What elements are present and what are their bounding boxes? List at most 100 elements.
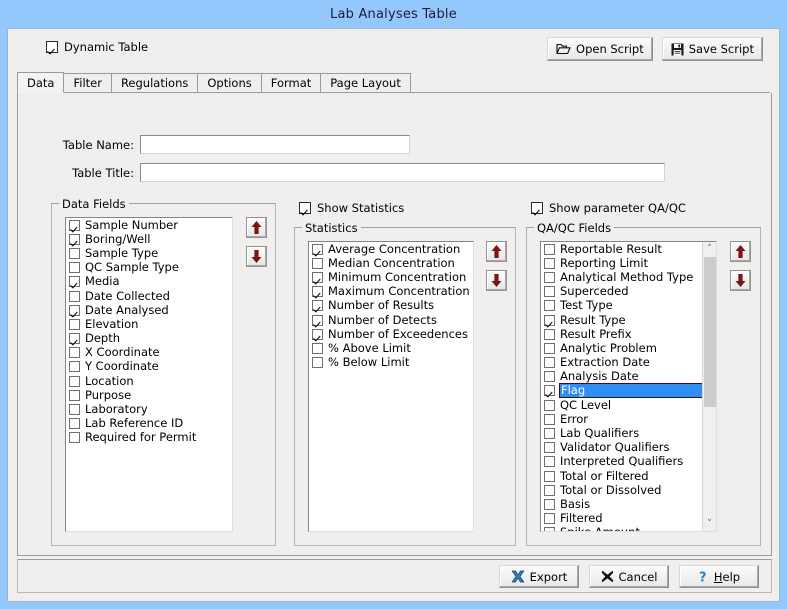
qaqc-field-item[interactable]: Filtered <box>541 512 716 526</box>
checkbox-icon[interactable] <box>544 498 555 510</box>
tab-format[interactable]: Format <box>260 73 322 92</box>
data-field-item[interactable]: X Coordinate <box>66 346 232 360</box>
qaqc-move-up-button[interactable] <box>730 241 751 262</box>
checkbox-icon[interactable] <box>544 484 555 496</box>
checkbox-icon[interactable] <box>544 328 555 340</box>
qaqc-field-item[interactable]: Extraction Date <box>541 356 716 370</box>
qaqc-field-item[interactable]: Analytic Problem <box>541 341 716 355</box>
show-qaqc-checkbox[interactable]: Show parameter QA/QC <box>531 201 686 215</box>
checkbox-icon[interactable] <box>544 470 555 482</box>
statistic-item[interactable]: Average Concentration <box>309 242 473 256</box>
qaqc-field-item[interactable]: Flag <box>541 383 716 399</box>
data-field-item[interactable]: Lab Reference ID <box>66 417 232 431</box>
checkbox-icon[interactable] <box>46 41 58 53</box>
statistic-item[interactable]: Number of Exceedences <box>309 327 473 341</box>
checkbox-icon[interactable] <box>544 300 555 312</box>
scroll-up-icon[interactable]: ˄ <box>703 242 716 256</box>
table-title-input[interactable] <box>140 163 665 182</box>
checkbox-icon[interactable] <box>312 271 323 283</box>
checkbox-icon[interactable] <box>544 413 555 425</box>
checkbox-icon[interactable] <box>544 371 555 383</box>
checkbox-icon[interactable] <box>69 432 80 444</box>
data-field-item[interactable]: Required for Permit <box>66 431 232 445</box>
checkbox-icon[interactable] <box>544 527 555 531</box>
qaqc-field-item[interactable]: Test Type <box>541 299 716 313</box>
checkbox-icon[interactable] <box>69 318 80 330</box>
checkbox-icon[interactable] <box>544 456 555 468</box>
checkbox-icon[interactable] <box>544 257 555 269</box>
tab-data[interactable]: Data <box>17 72 65 93</box>
tab-filter[interactable]: Filter <box>63 73 112 92</box>
qaqc-listbox[interactable]: Reportable Result Reporting Limit Analytic… <box>540 241 717 532</box>
checkbox-icon[interactable] <box>69 375 80 387</box>
checkbox-icon[interactable] <box>69 361 80 373</box>
scroll-down-icon[interactable]: ˅ <box>703 517 716 531</box>
checkbox-icon[interactable] <box>69 389 80 401</box>
checkbox-icon[interactable] <box>544 342 555 354</box>
data-fields-move-down-button[interactable] <box>246 246 267 267</box>
checkbox-icon[interactable] <box>544 442 555 454</box>
statistic-item[interactable]: Median Concentration <box>309 256 473 270</box>
statistic-item[interactable]: Number of Results <box>309 299 473 313</box>
checkbox-icon[interactable] <box>544 428 555 440</box>
checkbox-icon[interactable] <box>312 328 323 340</box>
qaqc-field-item[interactable]: QC Level <box>541 398 716 412</box>
checkbox-icon[interactable] <box>531 202 543 214</box>
data-field-item[interactable]: Laboratory <box>66 402 232 416</box>
data-field-item[interactable]: Sample Type <box>66 246 232 260</box>
data-field-item[interactable]: Location <box>66 374 232 388</box>
checkbox-icon[interactable] <box>312 243 323 255</box>
statistics-move-down-button[interactable] <box>486 270 507 291</box>
qaqc-field-item[interactable]: Interpreted Qualifiers <box>541 455 716 469</box>
help-button[interactable]: ? Help <box>679 565 759 588</box>
tab-page-layout[interactable]: Page Layout <box>320 73 411 92</box>
statistic-item[interactable]: % Above Limit <box>309 341 473 355</box>
qaqc-field-item[interactable]: Total or Filtered <box>541 469 716 483</box>
data-field-item[interactable]: Date Collected <box>66 289 232 303</box>
qaqc-field-item[interactable]: Result Type <box>541 313 716 327</box>
data-field-item[interactable]: Date Analysed <box>66 303 232 317</box>
checkbox-icon[interactable] <box>544 399 555 411</box>
checkbox-icon[interactable] <box>312 342 323 354</box>
export-button[interactable]: Export <box>499 565 579 588</box>
qaqc-field-item[interactable]: Lab Qualifiers <box>541 426 716 440</box>
data-field-item[interactable]: Sample Number <box>66 218 232 232</box>
qaqc-field-item[interactable]: Superceded <box>541 285 716 299</box>
checkbox-icon[interactable] <box>312 300 323 312</box>
checkbox-icon[interactable] <box>69 290 80 302</box>
qaqc-field-item[interactable]: Result Prefix <box>541 327 716 341</box>
statistics-move-up-button[interactable] <box>486 241 507 262</box>
checkbox-icon[interactable] <box>312 257 323 269</box>
checkbox-icon[interactable] <box>544 513 555 525</box>
checkbox-icon[interactable] <box>544 286 555 298</box>
statistic-item[interactable]: % Below Limit <box>309 356 473 370</box>
checkbox-icon[interactable] <box>544 314 555 326</box>
checkbox-icon[interactable] <box>69 404 80 416</box>
checkbox-icon[interactable] <box>312 314 323 326</box>
statistic-item[interactable]: Minimum Concentration <box>309 270 473 284</box>
checkbox-icon[interactable] <box>69 304 80 316</box>
checkbox-icon[interactable] <box>312 357 323 369</box>
checkbox-icon[interactable] <box>69 333 80 345</box>
show-statistics-checkbox[interactable]: Show Statistics <box>299 201 404 215</box>
qaqc-field-item[interactable]: Validator Qualifiers <box>541 441 716 455</box>
data-field-item[interactable]: QC Sample Type <box>66 261 232 275</box>
checkbox-icon[interactable] <box>69 418 80 430</box>
checkbox-icon[interactable] <box>544 357 555 369</box>
checkbox-icon[interactable] <box>69 276 80 288</box>
data-field-item[interactable]: Elevation <box>66 317 232 331</box>
qaqc-field-item[interactable]: Error <box>541 412 716 426</box>
data-field-item[interactable]: Boring/Well <box>66 232 232 246</box>
save-script-button[interactable]: Save Script <box>661 37 763 61</box>
data-field-item[interactable]: Media <box>66 275 232 289</box>
tab-regulations[interactable]: Regulations <box>110 73 199 92</box>
checkbox-icon[interactable] <box>544 243 555 255</box>
qaqc-field-item[interactable]: Reportable Result <box>541 242 716 256</box>
qaqc-field-item[interactable]: Analytical Method Type <box>541 270 716 284</box>
qaqc-field-item[interactable]: Total or Dissolved <box>541 483 716 497</box>
qaqc-move-down-button[interactable] <box>730 270 751 291</box>
qaqc-field-item[interactable]: Reporting Limit <box>541 256 716 270</box>
qaqc-field-item[interactable]: Spike Amount <box>541 526 716 531</box>
checkbox-icon[interactable] <box>312 286 323 298</box>
qaqc-field-item[interactable]: Analysis Date <box>541 370 716 384</box>
